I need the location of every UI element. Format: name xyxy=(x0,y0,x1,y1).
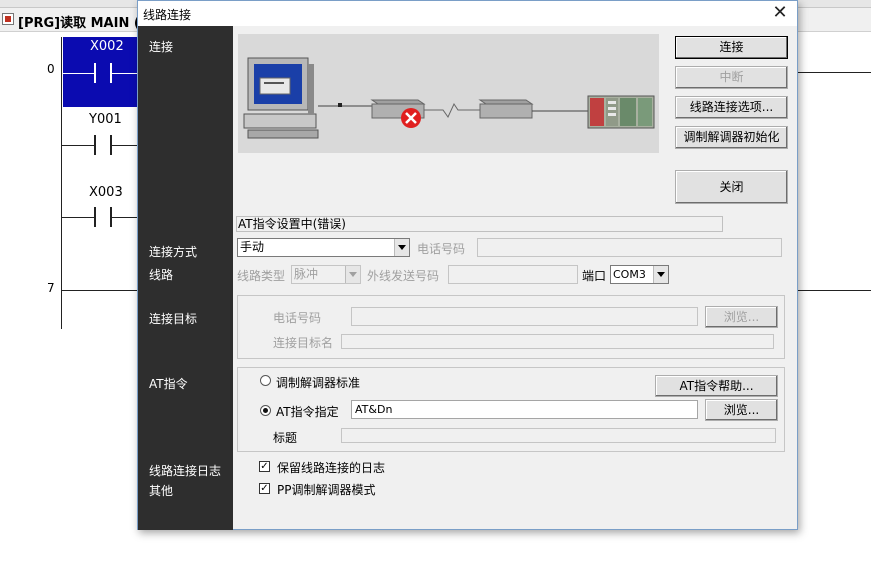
side-label-line: 线路 xyxy=(149,268,174,282)
line-type-label: 线路类型 xyxy=(237,269,286,283)
target-phone-label: 电话号码 xyxy=(273,311,322,325)
target-phone-field[interactable] xyxy=(351,307,698,326)
close-button[interactable]: 关闭 xyxy=(675,170,788,204)
side-label-log: 线路连接日志 xyxy=(149,464,222,478)
chevron-down-icon[interactable] xyxy=(653,266,668,283)
rung-wire xyxy=(62,73,94,74)
rung-wire xyxy=(62,290,137,291)
at-custom-radio[interactable] xyxy=(260,405,271,416)
at-command-field[interactable]: AT&Dn xyxy=(351,400,698,419)
chevron-down-icon[interactable] xyxy=(394,239,409,256)
modem-standard-label: 调制解调器标准 xyxy=(276,376,361,390)
port-label: 端口 xyxy=(582,269,607,283)
phone-number-field[interactable] xyxy=(477,238,782,257)
close-icon[interactable]: ✕ xyxy=(763,1,797,26)
at-help-button[interactable]: AT指令帮助... xyxy=(655,375,778,397)
outside-line-label: 外线发送号码 xyxy=(367,269,440,283)
pp-modem-label: PP调制解调器模式 xyxy=(277,483,376,497)
phone-number-label: 电话号码 xyxy=(417,242,466,256)
at-custom-label: AT指令指定 xyxy=(276,405,339,419)
chevron-down-icon[interactable] xyxy=(345,266,360,283)
side-label-target: 连接目标 xyxy=(149,312,198,326)
program-icon xyxy=(2,13,14,25)
connect-button[interactable]: 连接 xyxy=(675,36,788,59)
rung-wire xyxy=(798,290,871,291)
rung-wire xyxy=(112,145,137,146)
side-label-method: 连接方式 xyxy=(149,245,198,259)
normally-open-contact[interactable] xyxy=(94,63,112,83)
port-value: COM3 xyxy=(613,268,646,281)
keep-log-checkbox[interactable]: ✓ xyxy=(259,461,270,472)
side-label-connect: 连接 xyxy=(149,40,174,54)
browse-target-button[interactable]: 浏览... xyxy=(705,306,778,328)
title-field[interactable] xyxy=(341,428,776,443)
line-options-button[interactable]: 线路连接选项... xyxy=(675,96,788,119)
title-label: 标题 xyxy=(273,431,298,445)
connection-method-select[interactable]: 手动 xyxy=(237,238,410,257)
line-type-select[interactable]: 脉冲 xyxy=(291,265,361,284)
rung-wire xyxy=(798,72,871,73)
line-connection-dialog: 线路连接 ✕ 连接 连接方式 线路 连接目标 AT指令 线路连接日志 其他 连接… xyxy=(137,0,798,530)
interrupt-button[interactable]: 中断 xyxy=(675,66,788,89)
rung-wire xyxy=(62,145,94,146)
connection-illustration xyxy=(238,34,659,153)
port-select[interactable]: COM3 xyxy=(610,265,669,284)
plc-icon xyxy=(587,95,655,129)
target-name-field[interactable] xyxy=(341,334,774,349)
connection-method-value: 手动 xyxy=(240,240,265,254)
dialog-title: 线路连接 xyxy=(143,8,192,22)
status-text: AT指令设置中(错误) xyxy=(236,216,723,232)
normally-open-contact[interactable] xyxy=(94,135,112,155)
contact-device-label: X003 xyxy=(89,185,123,200)
target-name-label: 连接目标名 xyxy=(273,336,334,350)
step-number: 0 xyxy=(47,62,55,76)
outside-line-field[interactable] xyxy=(448,265,578,284)
modem-standard-radio[interactable] xyxy=(260,375,271,386)
modem-icon xyxy=(478,99,534,119)
contact-device-label: Y001 xyxy=(89,112,122,127)
background-window-title: [PRG]读取 MAIN (只 xyxy=(18,16,153,31)
side-label-other: 其他 xyxy=(149,484,174,498)
normally-open-contact[interactable] xyxy=(94,207,112,227)
step-number: 7 xyxy=(47,281,55,295)
side-label-at-command: AT指令 xyxy=(149,377,188,391)
left-power-rail xyxy=(61,37,62,329)
pp-modem-checkbox[interactable]: ✓ xyxy=(259,483,270,494)
browse-at-button[interactable]: 浏览... xyxy=(705,399,778,421)
dialog-titlebar: 线路连接 ✕ xyxy=(138,1,797,26)
rung-wire xyxy=(62,217,94,218)
contact-device-label: X002 xyxy=(90,39,124,54)
computer-icon xyxy=(243,57,319,139)
rung-wire xyxy=(112,217,137,218)
error-icon xyxy=(401,108,421,128)
modem-init-button[interactable]: 调制解调器初始化 xyxy=(675,126,788,149)
dialog-sidebar: 连接 连接方式 线路 连接目标 AT指令 线路连接日志 其他 xyxy=(138,26,233,530)
line-type-value: 脉冲 xyxy=(294,267,319,281)
keep-log-label: 保留线路连接的日志 xyxy=(277,461,386,475)
